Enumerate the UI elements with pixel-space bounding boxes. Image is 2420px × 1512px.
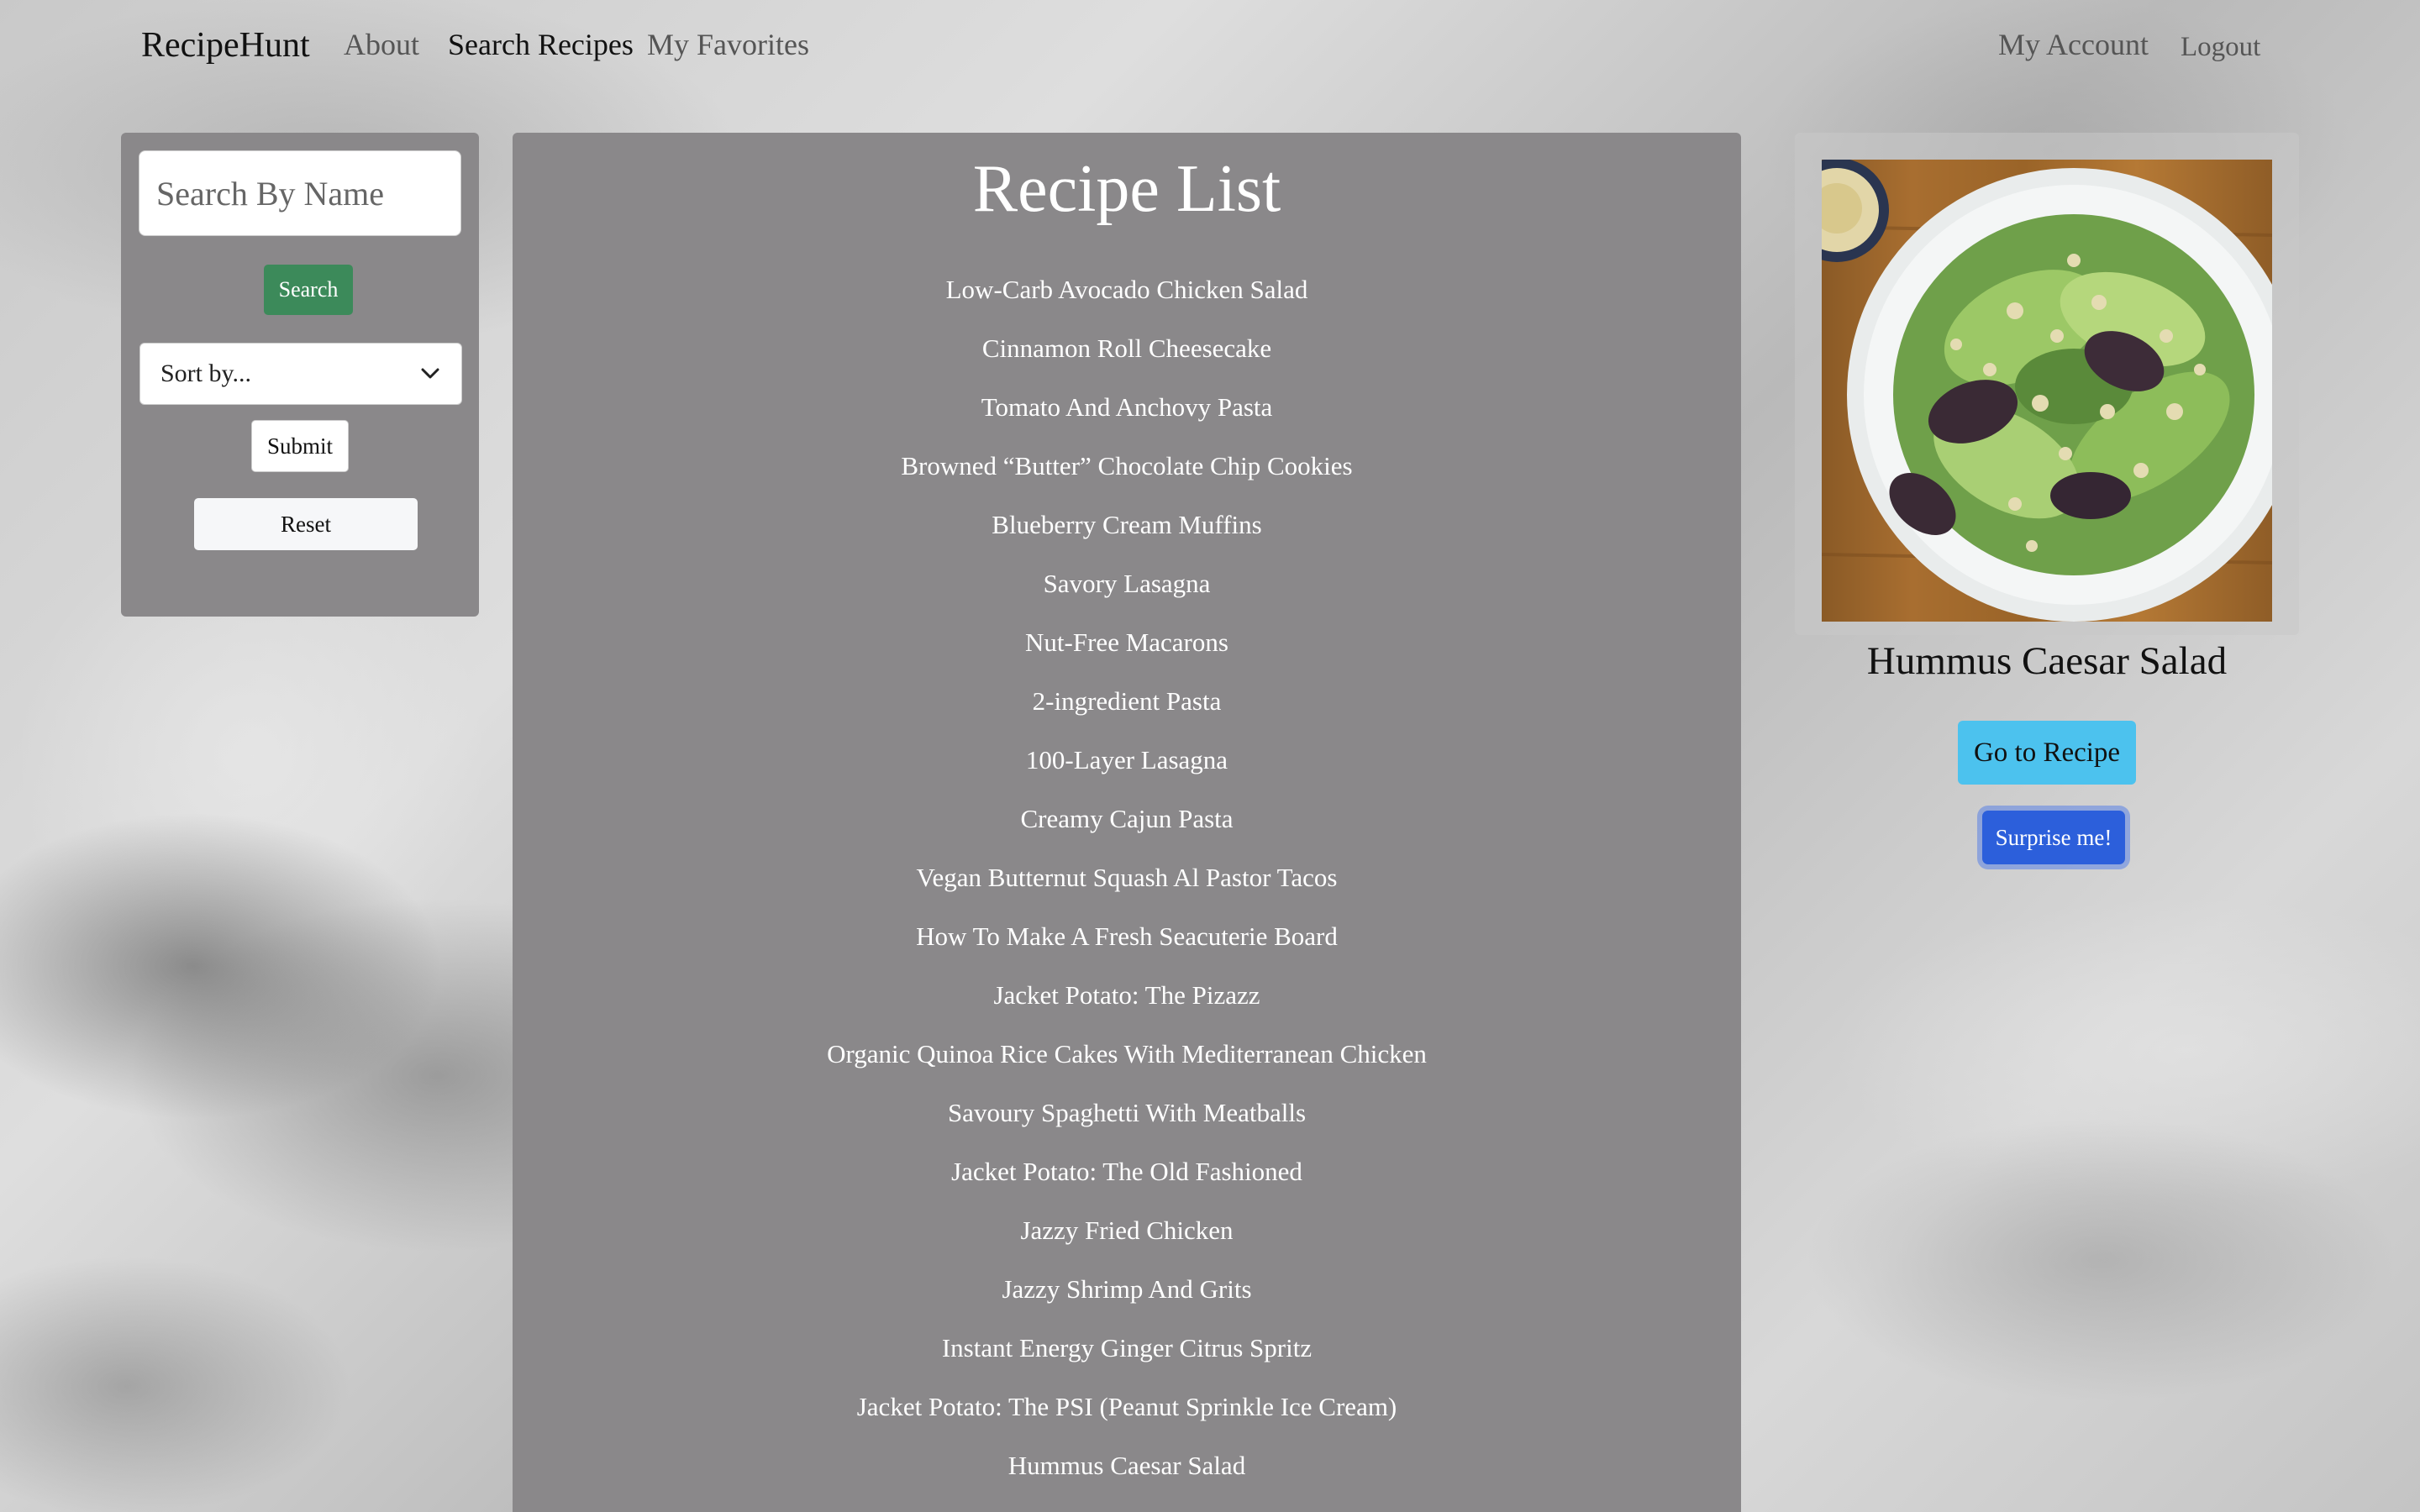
submit-button[interactable]: Submit [251,420,349,472]
sort-select[interactable]: Sort by... [139,343,462,405]
recipe-list-item[interactable]: Savoury Spaghetti With Meatballs [513,1084,1741,1142]
brand-logo[interactable]: RecipeHunt [141,25,310,66]
recipe-list-item[interactable]: Browned “Butter” Chocolate Chip Cookies [513,437,1741,496]
featured-recipe-image[interactable] [1822,160,2272,622]
recipe-list-item[interactable]: Jacket Potato: The Pizazz [513,966,1741,1025]
nav-logout[interactable]: Logout [2181,32,2260,63]
sort-select-value: Sort by... [160,360,252,387]
recipe-list-item[interactable]: Tomato And Anchovy Pasta [513,378,1741,437]
recipe-list-item[interactable]: Hummus Caesar Salad [513,1436,1741,1495]
search-input[interactable]: Search By Name [139,150,461,236]
recipe-list-item[interactable]: How To Make A Fresh Seacuterie Board [513,907,1741,966]
recipe-list-item[interactable]: Low-Carb Avocado Chicken Salad [513,260,1741,319]
go-to-recipe-button[interactable]: Go to Recipe [1958,721,2136,785]
recipe-list-item[interactable]: Blueberry Cream Muffins [513,496,1741,554]
recipe-list-item[interactable]: Creamy Cajun Pasta [513,790,1741,848]
recipe-list-item[interactable]: Organic Quinoa Rice Cakes With Mediterra… [513,1025,1741,1084]
nav-my-favorites[interactable]: My Favorites [647,27,809,62]
recipe-list-item[interactable]: Nut-Free Macarons [513,613,1741,672]
recipe-list-item[interactable]: Instant Energy Ginger Citrus Spritz [513,1319,1741,1378]
recipe-list-item[interactable]: 2-ingredient Pasta [513,672,1741,731]
recipe-list: Low-Carb Avocado Chicken Salad Cinnamon R… [513,260,1741,1495]
chevron-down-icon [419,363,441,385]
recipe-list-item[interactable]: Jazzy Fried Chicken [513,1201,1741,1260]
recipe-list-item[interactable]: Savory Lasagna [513,554,1741,613]
featured-recipe-title: Hummus Caesar Salad [1866,639,2228,683]
recipe-list-item[interactable]: Jazzy Shrimp And Grits [513,1260,1741,1319]
nav-about[interactable]: About [344,27,419,62]
recipe-list-item[interactable]: Vegan Butternut Squash Al Pastor Tacos [513,848,1741,907]
recipe-list-panel: Recipe List Low-Carb Avocado Chicken Sal… [513,133,1741,1512]
recipe-list-item[interactable]: Jacket Potato: The PSI (Peanut Sprinkle … [513,1378,1741,1436]
recipe-list-item[interactable]: Jacket Potato: The Old Fashioned [513,1142,1741,1201]
reset-button[interactable]: Reset [194,498,418,550]
featured-photo-card [1795,133,2299,635]
page-title: Recipe List [972,152,1281,226]
recipe-list-item[interactable]: Cinnamon Roll Cheesecake [513,319,1741,378]
surprise-me-button[interactable]: Surprise me! [1982,811,2125,864]
nav-search-recipes[interactable]: Search Recipes [448,27,634,62]
recipe-list-item[interactable]: 100-Layer Lasagna [513,731,1741,790]
top-navbar: RecipeHunt About Search Recipes My Favor… [0,0,2420,101]
search-panel: Search By Name Search Sort by... Submit … [121,133,479,617]
nav-my-account[interactable]: My Account [1998,27,2149,62]
search-button[interactable]: Search [264,265,353,315]
